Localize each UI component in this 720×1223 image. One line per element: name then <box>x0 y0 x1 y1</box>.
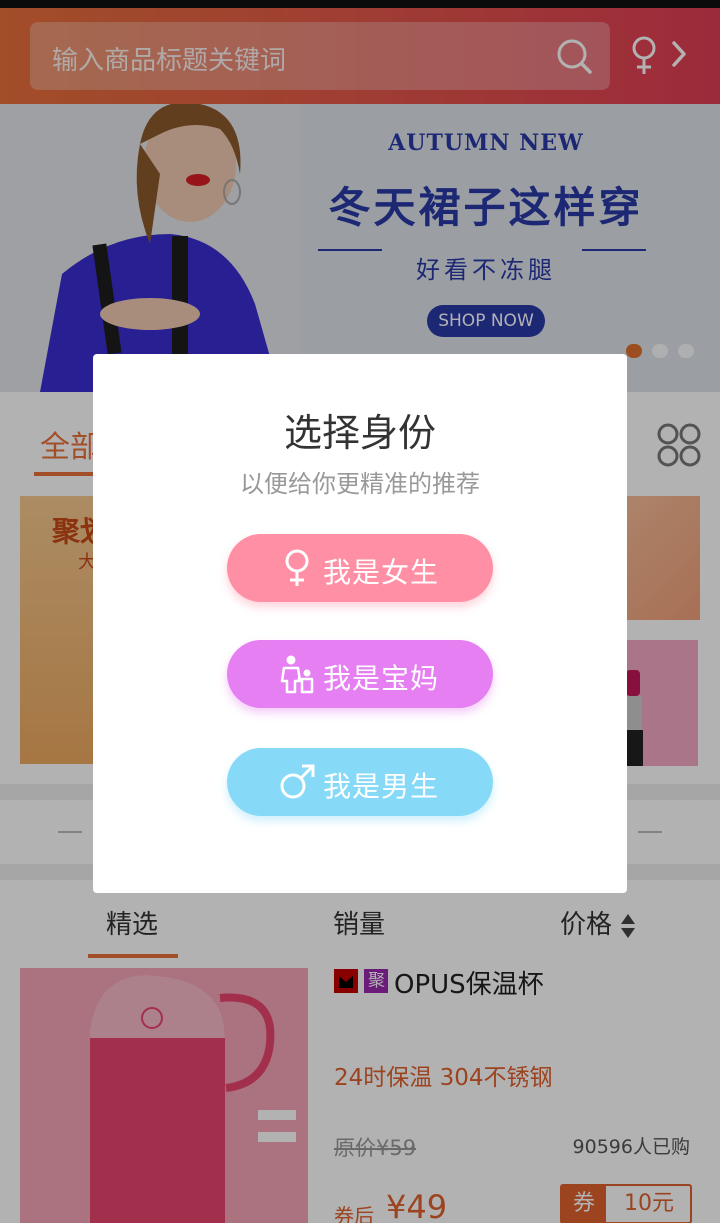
female-icon <box>285 549 309 586</box>
modal-title: 选择身份 <box>283 411 436 455</box>
female-identity-label: 我是女生 <box>323 556 440 589</box>
mother-child-icon <box>280 655 314 694</box>
identity-modal: 选择身份 以便给你更精准的推荐 我是女生 我是宝妈 我是男生 <box>93 354 627 893</box>
mom-identity-button[interactable]: 我是宝妈 <box>227 640 493 708</box>
male-identity-button[interactable]: 我是男生 <box>227 748 493 816</box>
male-identity-label: 我是男生 <box>323 770 440 803</box>
mom-identity-label: 我是宝妈 <box>323 662 440 695</box>
male-icon <box>280 764 315 799</box>
modal-subtitle: 以便给你更精准的推荐 <box>240 470 480 498</box>
female-identity-button[interactable]: 我是女生 <box>227 534 493 602</box>
